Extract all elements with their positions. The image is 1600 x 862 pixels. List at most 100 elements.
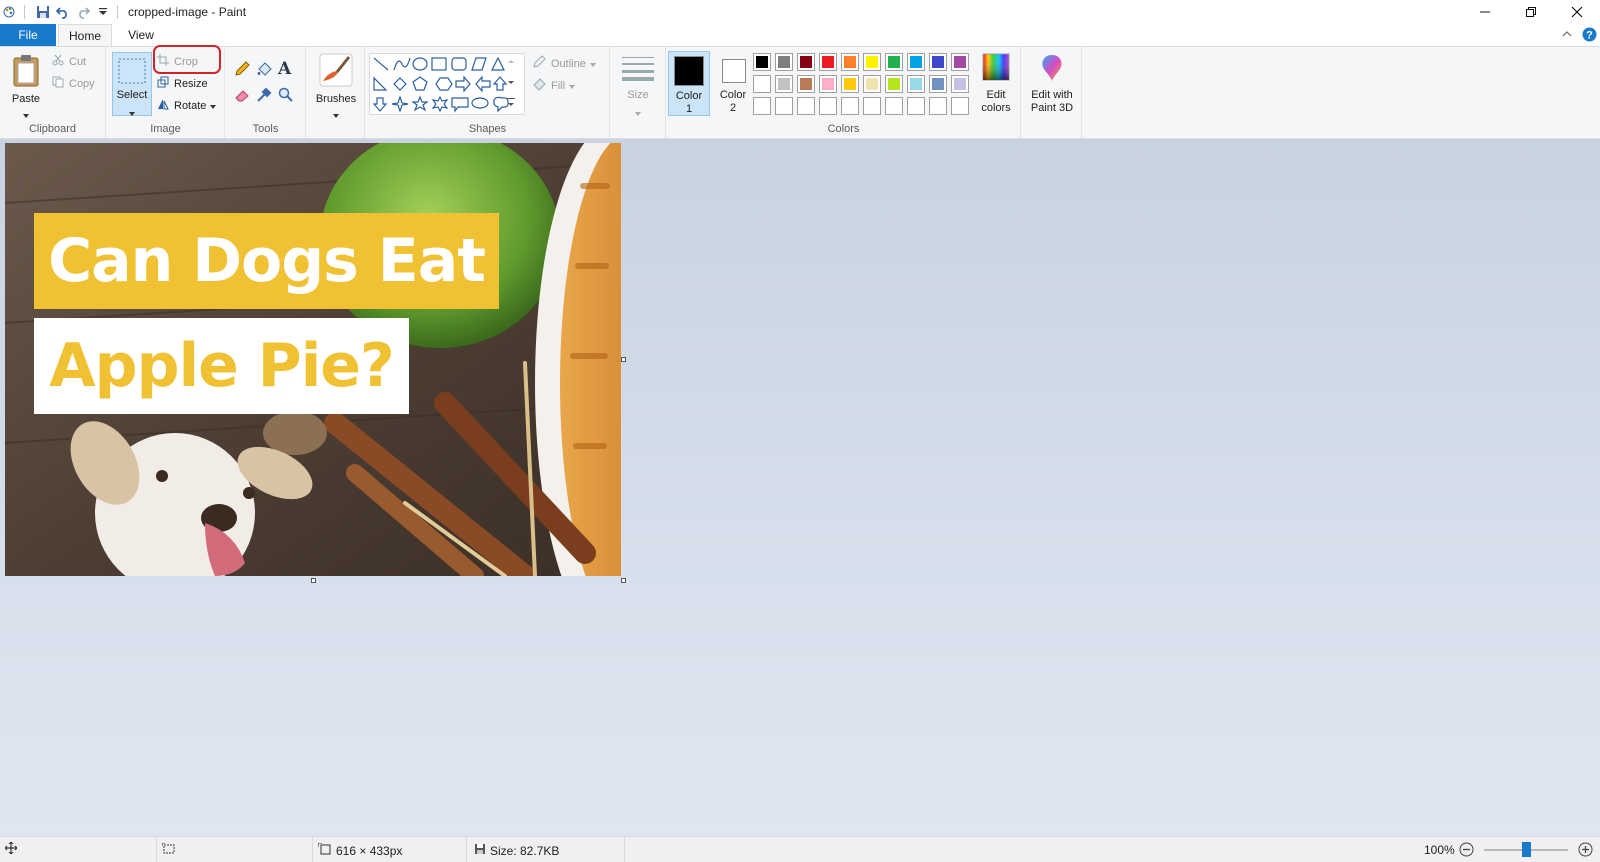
fill-bucket-icon[interactable] (256, 61, 272, 80)
color-palette (753, 53, 973, 119)
edit-colors-button[interactable]: Edit colors (974, 51, 1018, 116)
minimize-ribbon-icon[interactable] (1562, 28, 1572, 42)
palette-swatch[interactable] (885, 97, 903, 115)
palette-swatch[interactable] (775, 53, 793, 71)
edit-with-paint3d-button[interactable]: Edit with Paint 3D (1024, 51, 1080, 117)
palette-swatch[interactable] (775, 75, 793, 93)
palette-swatch[interactable] (907, 97, 925, 115)
copy-icon (52, 76, 64, 91)
palette-swatch[interactable] (841, 75, 859, 93)
palette-swatch[interactable] (819, 97, 837, 115)
rounded-rectangle-shape-icon (451, 57, 467, 71)
paste-button[interactable]: Paste (6, 51, 46, 118)
palette-swatch[interactable] (819, 53, 837, 71)
zoom-out-button[interactable] (1459, 842, 1474, 857)
color1-button[interactable]: Color 1 (668, 51, 710, 116)
palette-swatch[interactable] (753, 97, 771, 115)
outline-button[interactable]: Outline (532, 55, 596, 72)
brushes-button[interactable]: Brushes (311, 51, 361, 118)
copy-button[interactable]: Copy (52, 76, 95, 91)
palette-swatch[interactable] (951, 97, 969, 115)
redo-icon[interactable] (75, 4, 91, 20)
color-picker-icon[interactable] (256, 87, 272, 106)
fill-dropdown-icon[interactable] (569, 80, 576, 92)
palette-swatch[interactable] (907, 75, 925, 93)
select-button[interactable]: Select (112, 52, 152, 116)
image-canvas[interactable]: Can Dogs Eat Apple Pie? (5, 143, 621, 576)
zoom-level-text: 100% (1424, 843, 1455, 857)
rotate-dropdown-icon[interactable] (210, 100, 217, 112)
palette-swatch[interactable] (841, 53, 859, 71)
zoom-in-button[interactable] (1578, 842, 1593, 857)
palette-swatch[interactable] (819, 75, 837, 93)
rotate-button[interactable]: Rotate (157, 98, 217, 113)
palette-swatch[interactable] (753, 53, 771, 71)
palette-swatch[interactable] (907, 53, 925, 71)
fill-button[interactable]: Fill (532, 77, 576, 94)
palette-swatch-color (756, 56, 768, 68)
palette-swatch[interactable] (775, 97, 793, 115)
ribbon: Paste Cut Copy Clipboard Select Crop Res… (0, 45, 1600, 139)
palette-swatch-color (888, 100, 900, 112)
title-bar: cropped-image - Paint (0, 0, 1600, 24)
restore-button[interactable] (1508, 0, 1554, 24)
text-icon[interactable]: A (278, 59, 291, 79)
shapes-scrollbar[interactable] (505, 53, 517, 115)
palette-swatch[interactable] (863, 97, 881, 115)
size-button[interactable]: Size (617, 53, 659, 116)
palette-swatch[interactable] (797, 75, 815, 93)
close-button[interactable] (1554, 0, 1600, 24)
brushes-dropdown-icon[interactable] (333, 107, 339, 121)
palette-swatch[interactable] (951, 53, 969, 71)
palette-swatch[interactable] (863, 75, 881, 93)
save-icon[interactable] (35, 4, 51, 20)
pencil-icon[interactable] (234, 61, 250, 80)
palette-swatch-color (756, 78, 768, 90)
down-arrow-shape-icon (372, 97, 388, 112)
palette-swatch[interactable] (797, 97, 815, 115)
minimize-button[interactable] (1462, 0, 1508, 24)
palette-swatch[interactable] (885, 53, 903, 71)
palette-swatch-color (756, 100, 768, 112)
palette-swatch-color (932, 100, 944, 112)
shapes-gallery[interactable] (369, 53, 525, 115)
paint-app-icon[interactable] (2, 4, 18, 20)
palette-swatch[interactable] (929, 53, 947, 71)
paste-dropdown-icon[interactable] (23, 107, 29, 121)
paint3d-group: Edit with Paint 3D (1022, 47, 1082, 138)
resize-handle-right[interactable] (621, 357, 626, 362)
palette-swatch[interactable] (797, 53, 815, 71)
resize-handle-corner[interactable] (621, 578, 626, 583)
hexagon-shape-icon (435, 77, 453, 91)
size-group: Size (611, 47, 666, 138)
help-icon[interactable]: ? (1582, 27, 1597, 45)
left-arrow-shape-icon (475, 75, 491, 93)
outline-dropdown-icon[interactable] (589, 58, 596, 70)
undo-icon[interactable] (55, 4, 71, 20)
resize-button[interactable]: Resize (157, 76, 208, 91)
magnifier-icon[interactable] (278, 87, 294, 106)
tab-view[interactable]: View (116, 24, 166, 46)
size-label: Size (627, 89, 649, 101)
color2-button[interactable]: Color 2 (713, 51, 753, 116)
cut-button[interactable]: Cut (52, 54, 86, 69)
zoom-slider-thumb[interactable] (1522, 842, 1531, 857)
palette-swatch[interactable] (753, 75, 771, 93)
palette-swatch[interactable] (929, 75, 947, 93)
palette-swatch-color (954, 56, 966, 68)
palette-swatch[interactable] (841, 97, 859, 115)
canvas-workspace[interactable]: Can Dogs Eat Apple Pie? (0, 139, 1600, 836)
palette-swatch[interactable] (863, 53, 881, 71)
customize-toolbar-icon[interactable] (95, 4, 111, 20)
palette-swatch[interactable] (951, 75, 969, 93)
tab-file[interactable]: File (0, 24, 56, 46)
tab-home[interactable]: Home (58, 24, 112, 47)
palette-swatch-color (778, 78, 790, 90)
palette-swatch[interactable] (929, 97, 947, 115)
select-dropdown-icon[interactable] (129, 105, 135, 119)
eraser-icon[interactable] (234, 87, 250, 106)
color2-label-line1: Color (719, 89, 747, 101)
size-dropdown-icon[interactable] (635, 105, 641, 119)
resize-handle-bottom[interactable] (311, 578, 316, 583)
palette-swatch[interactable] (885, 75, 903, 93)
